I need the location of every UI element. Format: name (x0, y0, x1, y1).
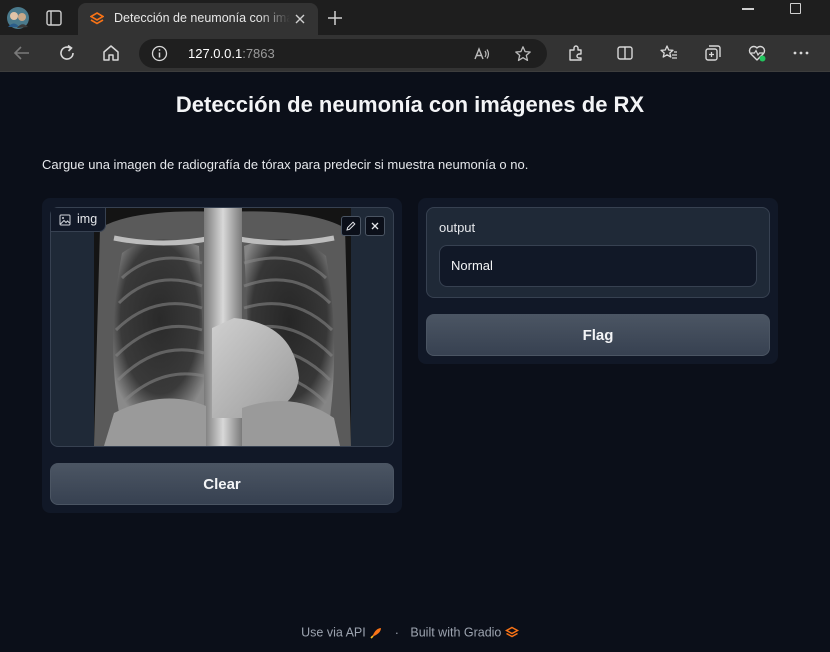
favorites-icon[interactable] (659, 43, 679, 63)
output-block: output Normal (426, 207, 770, 298)
output-value: Normal (451, 258, 493, 273)
image-input-label: img (51, 208, 106, 232)
page-title: Detección de neumonía con imágenes de RX (175, 92, 645, 117)
site-info-icon[interactable] (151, 45, 168, 62)
profile-avatar-icon[interactable] (6, 7, 30, 29)
image-input-label-text: img (77, 212, 98, 226)
footer: Use via API · Built with Gradio (0, 625, 820, 640)
edit-image-button[interactable] (341, 216, 361, 236)
collections-icon[interactable] (703, 43, 723, 63)
url-host: 127.0.0.1 (188, 46, 243, 61)
output-textbox[interactable]: Normal (439, 245, 757, 287)
gradio-logo-icon (504, 626, 519, 638)
read-aloud-icon[interactable] (473, 45, 491, 63)
page-description: Cargue una imagen de radiografía de tóra… (42, 157, 529, 172)
home-icon[interactable] (101, 43, 121, 63)
url-port: :7863 (242, 46, 275, 61)
new-tab-icon[interactable] (326, 9, 344, 27)
browser-toolbar: 127.0.0.1:7863 (0, 35, 830, 72)
favorite-star-icon[interactable] (514, 45, 532, 63)
remove-image-button[interactable] (365, 216, 385, 236)
output-label: output (439, 220, 476, 235)
extensions-icon[interactable] (566, 43, 586, 63)
active-tab[interactable]: Detección de neumonía con imágenes de RX (78, 3, 318, 35)
footer-separator: · (394, 625, 399, 640)
back-icon[interactable] (12, 43, 32, 63)
clear-button[interactable]: Clear (50, 463, 394, 505)
image-icon (59, 214, 71, 226)
built-with-gradio-link[interactable]: Built with Gradio (410, 626, 501, 640)
pencil-icon (346, 221, 356, 231)
tab-actions-icon[interactable] (45, 9, 63, 27)
use-via-api-link[interactable]: Use via API (301, 626, 366, 640)
browser-essentials-icon[interactable] (747, 43, 767, 63)
rocket-icon (370, 627, 382, 639)
settings-more-icon[interactable] (791, 43, 811, 63)
browser-tabbar: Detección de neumonía con imágenes de RX (0, 0, 830, 35)
maximize-window-icon[interactable] (790, 3, 801, 14)
chest-xray-image (94, 208, 351, 446)
url-text[interactable]: 127.0.0.1:7863 (188, 46, 275, 61)
tab-title: Detección de neumonía con imágenes de RX (114, 11, 290, 25)
minimize-window-icon[interactable] (742, 8, 754, 10)
address-bar[interactable]: 127.0.0.1:7863 (139, 39, 547, 68)
gradio-favicon-icon (90, 12, 104, 25)
image-upload-area[interactable] (50, 207, 394, 447)
split-screen-icon[interactable] (615, 43, 635, 63)
refresh-icon[interactable] (57, 43, 77, 63)
tab-close-icon[interactable] (292, 11, 308, 27)
close-icon (371, 222, 379, 230)
flag-button[interactable]: Flag (426, 314, 770, 356)
